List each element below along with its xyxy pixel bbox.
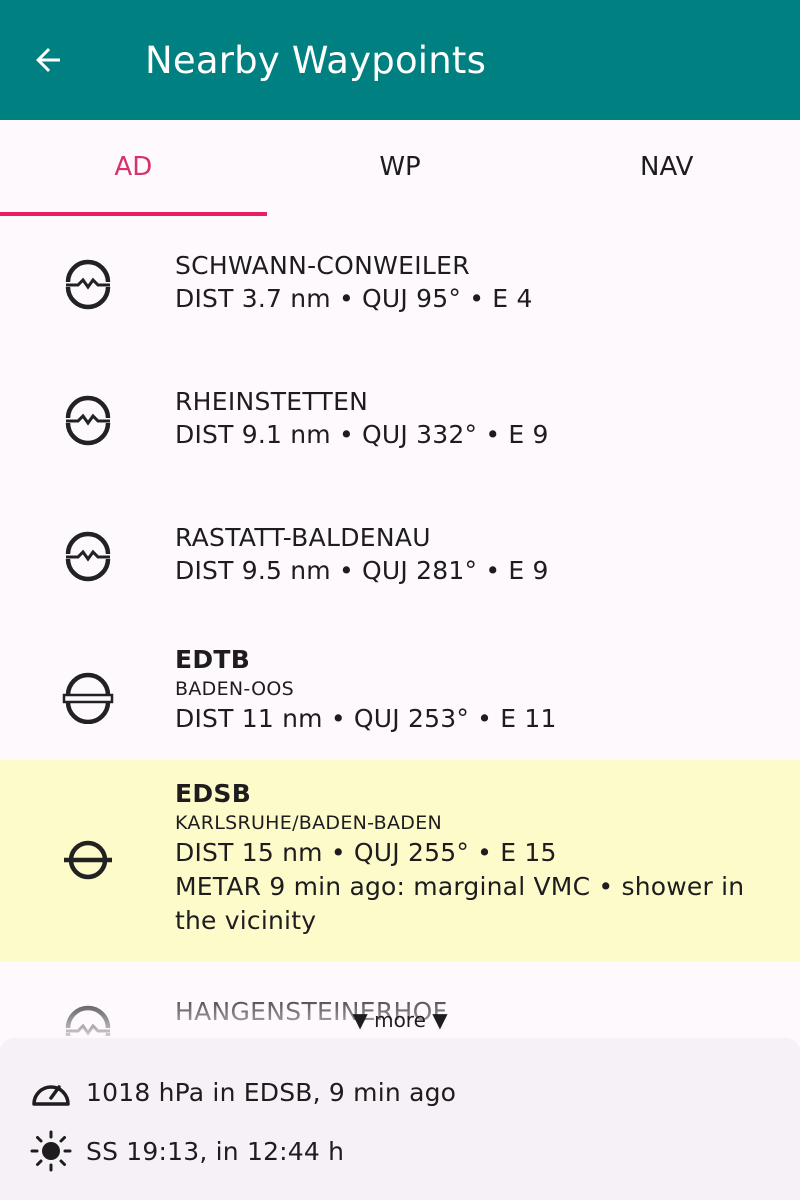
app-bar: Nearby Waypoints (0, 0, 800, 120)
glider-airfield-icon (65, 259, 111, 310)
waypoint-name: RHEINSTETTEN (175, 387, 369, 416)
waypoint-info: DIST 11 nm • QUJ 253° • E 11 (175, 704, 557, 733)
waypoint-info: DIST 3.7 nm • QUJ 95° • E 4 (175, 284, 533, 313)
back-button[interactable] (20, 30, 76, 90)
waypoint-code: EDTB (175, 645, 251, 674)
sun-icon (30, 1130, 72, 1172)
arrow-left-icon (36, 48, 60, 72)
airport-icon (64, 840, 112, 880)
waypoint-info: DIST 15 nm • QUJ 255° • E 15 (175, 838, 557, 867)
list-item[interactable]: SCHWANN-CONWEILER DIST 3.7 nm • QUJ 95° … (0, 216, 800, 352)
list-item-selected[interactable]: EDSB KARLSRUHE/BADEN-BADEN DIST 15 nm • … (0, 760, 800, 962)
metar-info: METAR 9 min ago: marginal VMC • shower i… (175, 872, 745, 935)
waypoint-name: SCHWANN-CONWEILER (175, 251, 470, 280)
more-button[interactable]: ▼ more ▼ (0, 1008, 800, 1032)
waypoint-full-name: KARLSRUHE/BADEN-BADEN (175, 812, 443, 834)
waypoint-full-name: BADEN-OOS (175, 678, 294, 700)
tab-ad[interactable]: AD (0, 120, 267, 216)
list-item[interactable]: RASTATT-BALDENAU DIST 9.5 nm • QUJ 281° … (0, 488, 800, 624)
tab-wp[interactable]: WP (267, 120, 534, 216)
civil-airfield-icon (62, 672, 114, 724)
pressure-text: 1018 hPa in EDSB, 9 min ago (86, 1077, 457, 1107)
glider-airfield-icon (65, 531, 111, 582)
page-title: Nearby Waypoints (145, 39, 487, 82)
bottom-info-panel: 1018 hPa in EDSB, 9 min ago SS 19:13, in… (0, 1038, 800, 1200)
tab-bar: AD WP NAV (0, 120, 800, 216)
waypoint-code: EDSB (175, 779, 252, 808)
sunset-text: SS 19:13, in 12:44 h (86, 1136, 345, 1166)
speedometer-icon (32, 1085, 70, 1106)
waypoint-name: RASTATT-BALDENAU (175, 523, 431, 552)
waypoint-list: SCHWANN-CONWEILER DIST 3.7 nm • QUJ 95° … (0, 216, 800, 1036)
glider-airfield-icon (65, 395, 111, 446)
pressure-line: 1018 hPa in EDSB, 9 min ago (30, 1074, 456, 1110)
tab-nav[interactable]: NAV (533, 120, 800, 216)
waypoint-info: DIST 9.5 nm • QUJ 281° • E 9 (175, 556, 549, 585)
list-item[interactable]: RHEINSTETTEN DIST 9.1 nm • QUJ 332° • E … (0, 352, 800, 488)
list-item[interactable]: EDTB BADEN-OOS DIST 11 nm • QUJ 253° • E… (0, 624, 800, 760)
waypoint-info: DIST 9.1 nm • QUJ 332° • E 9 (175, 420, 549, 449)
sunset-line: SS 19:13, in 12:44 h (30, 1130, 344, 1172)
